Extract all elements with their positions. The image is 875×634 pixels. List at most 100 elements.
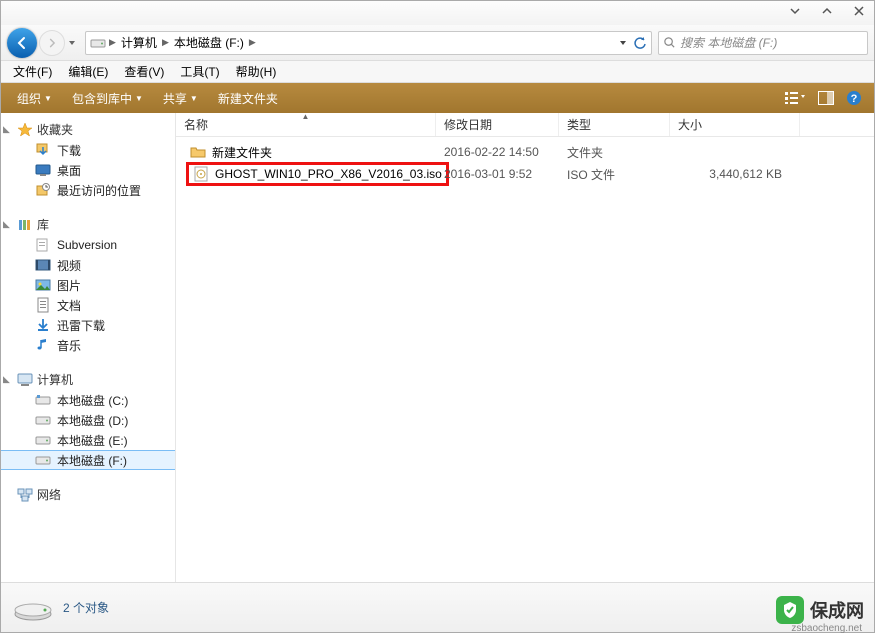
menu-help[interactable]: 帮助(H) <box>230 61 283 82</box>
breadcrumb-separator: ▶ <box>159 37 172 48</box>
file-row-folder[interactable]: 新建文件夹 2016-02-22 14:50 文件夹 <box>176 141 874 163</box>
watermark-subtext: zsbaocheng.net <box>791 623 862 634</box>
breadcrumb-separator: ▶ <box>246 37 259 48</box>
sidebar-computer[interactable]: ◣ 计算机 <box>1 369 175 390</box>
cmd-new-folder[interactable]: 新建文件夹 <box>208 83 288 113</box>
close-button[interactable] <box>852 4 866 22</box>
folder-icon <box>190 144 206 160</box>
refresh-button[interactable] <box>633 36 647 50</box>
computer-icon <box>17 372 33 388</box>
sidebar-item-drive-f[interactable]: 本地磁盘 (F:) <box>1 450 175 470</box>
minimize-button[interactable] <box>788 4 802 22</box>
sidebar-item-desktop[interactable]: 桌面 <box>1 160 175 180</box>
drive-icon <box>90 35 106 51</box>
file-type: 文件夹 <box>559 144 670 161</box>
preview-pane-button[interactable] <box>812 91 840 105</box>
search-icon <box>663 36 676 49</box>
sidebar-libraries[interactable]: ◣ 库 <box>1 214 175 235</box>
file-list[interactable]: 新建文件夹 2016-02-22 14:50 文件夹 GHOST_WIN10_P… <box>176 137 874 582</box>
menu-edit[interactable]: 编辑(E) <box>62 61 114 82</box>
download-icon <box>35 317 51 333</box>
view-options-button[interactable] <box>778 90 812 106</box>
column-date[interactable]: 修改日期 <box>436 113 559 136</box>
sidebar-item-subversion[interactable]: Subversion <box>1 235 175 255</box>
sidebar-libraries-label: 库 <box>37 216 49 233</box>
file-type: ISO 文件 <box>559 166 670 183</box>
iso-file-icon <box>193 166 209 182</box>
sidebar-favorites-label: 收藏夹 <box>37 121 73 138</box>
address-bar[interactable]: ▶ 计算机 ▶ 本地磁盘 (F:) ▶ <box>85 31 652 55</box>
sidebar-item-music[interactable]: 音乐 <box>1 335 175 355</box>
menu-tools[interactable]: 工具(T) <box>174 61 225 82</box>
sidebar-item-downloads[interactable]: 下载 <box>1 140 175 160</box>
column-size[interactable]: 大小 <box>670 113 800 136</box>
sidebar-item-xunlei[interactable]: 迅雷下载 <box>1 315 175 335</box>
sidebar-computer-label: 计算机 <box>37 371 73 388</box>
navigation-bar: ▶ 计算机 ▶ 本地磁盘 (F:) ▶ 搜索 本地磁盘 (F:) <box>1 25 874 61</box>
search-placeholder: 搜索 本地磁盘 (F:) <box>680 34 777 51</box>
drive-large-icon <box>13 592 53 624</box>
sidebar-favorites[interactable]: ◣ 收藏夹 <box>1 119 175 140</box>
menu-bar: 文件(F) 编辑(E) 查看(V) 工具(T) 帮助(H) <box>1 61 874 83</box>
watermark-text: 保成网 <box>810 597 864 623</box>
sidebar-network[interactable]: ▸ 网络 <box>1 484 175 505</box>
menu-view[interactable]: 查看(V) <box>118 61 170 82</box>
drive-icon <box>35 412 51 428</box>
file-date: 2016-02-22 14:50 <box>436 145 559 159</box>
collapse-icon: ◣ <box>3 374 13 385</box>
video-icon <box>35 257 51 273</box>
watermark: 保成网 zsbaocheng.net <box>776 596 864 624</box>
recent-icon <box>35 182 51 198</box>
file-pane: ▲名称 修改日期 类型 大小 新建文件夹 2016-02-22 14:50 文件… <box>176 113 874 582</box>
search-input[interactable]: 搜索 本地磁盘 (F:) <box>658 31 868 55</box>
network-icon <box>17 487 33 503</box>
document-icon <box>35 297 51 313</box>
drive-icon <box>35 392 51 408</box>
sort-indicator-icon: ▲ <box>302 112 310 121</box>
file-size: 3,440,612 KB <box>670 167 800 181</box>
sidebar-item-drive-d[interactable]: 本地磁盘 (D:) <box>1 410 175 430</box>
address-dropdown[interactable] <box>619 36 627 50</box>
sidebar-item-recent[interactable]: 最近访问的位置 <box>1 180 175 200</box>
breadcrumb-separator: ▶ <box>106 37 119 48</box>
maximize-button[interactable] <box>820 4 834 22</box>
desktop-icon <box>35 162 51 178</box>
annotation-highlight: GHOST_WIN10_PRO_X86_V2016_03.iso <box>186 162 449 186</box>
status-text: 2 个对象 <box>63 599 109 616</box>
sidebar-item-pictures[interactable]: 图片 <box>1 275 175 295</box>
back-button[interactable] <box>7 28 37 58</box>
sidebar-network-label: 网络 <box>37 486 61 503</box>
forward-button[interactable] <box>39 30 65 56</box>
watermark-badge-icon <box>776 596 804 624</box>
sidebar-item-documents[interactable]: 文档 <box>1 295 175 315</box>
file-name: 新建文件夹 <box>212 144 272 161</box>
star-icon <box>17 122 33 138</box>
nav-history-dropdown[interactable] <box>65 39 79 47</box>
file-name: GHOST_WIN10_PRO_X86_V2016_03.iso <box>215 167 442 181</box>
navigation-pane: ◣ 收藏夹 下载 桌面 最近访问的位置 ◣ 库 Subversion 视频 图片… <box>1 113 176 582</box>
download-icon <box>35 142 51 158</box>
help-button[interactable]: ? <box>840 90 868 106</box>
drive-icon <box>35 432 51 448</box>
menu-file[interactable]: 文件(F) <box>7 61 58 82</box>
status-bar: 2 个对象 <box>1 582 874 632</box>
file-date: 2016-03-01 9:52 <box>436 167 559 181</box>
file-row-iso[interactable]: GHOST_WIN10_PRO_X86_V2016_03.iso 2016-03… <box>176 163 874 185</box>
drive-icon <box>35 452 51 468</box>
window-titlebar <box>1 1 874 25</box>
cmd-organize[interactable]: 组织▼ <box>7 83 62 113</box>
breadcrumb-drive-f[interactable]: 本地磁盘 (F:) <box>172 34 246 51</box>
music-icon <box>35 337 51 353</box>
collapse-icon: ◣ <box>3 219 13 230</box>
sidebar-item-drive-c[interactable]: 本地磁盘 (C:) <box>1 390 175 410</box>
sidebar-item-videos[interactable]: 视频 <box>1 255 175 275</box>
cmd-share[interactable]: 共享▼ <box>153 83 208 113</box>
column-name[interactable]: ▲名称 <box>176 113 436 136</box>
collapse-icon: ◣ <box>3 124 13 135</box>
column-type[interactable]: 类型 <box>559 113 670 136</box>
library-icon <box>17 217 33 233</box>
cmd-include-in-library[interactable]: 包含到库中▼ <box>62 83 153 113</box>
sidebar-item-drive-e[interactable]: 本地磁盘 (E:) <box>1 430 175 450</box>
svg-text:?: ? <box>851 93 858 105</box>
breadcrumb-computer[interactable]: 计算机 <box>119 34 159 51</box>
